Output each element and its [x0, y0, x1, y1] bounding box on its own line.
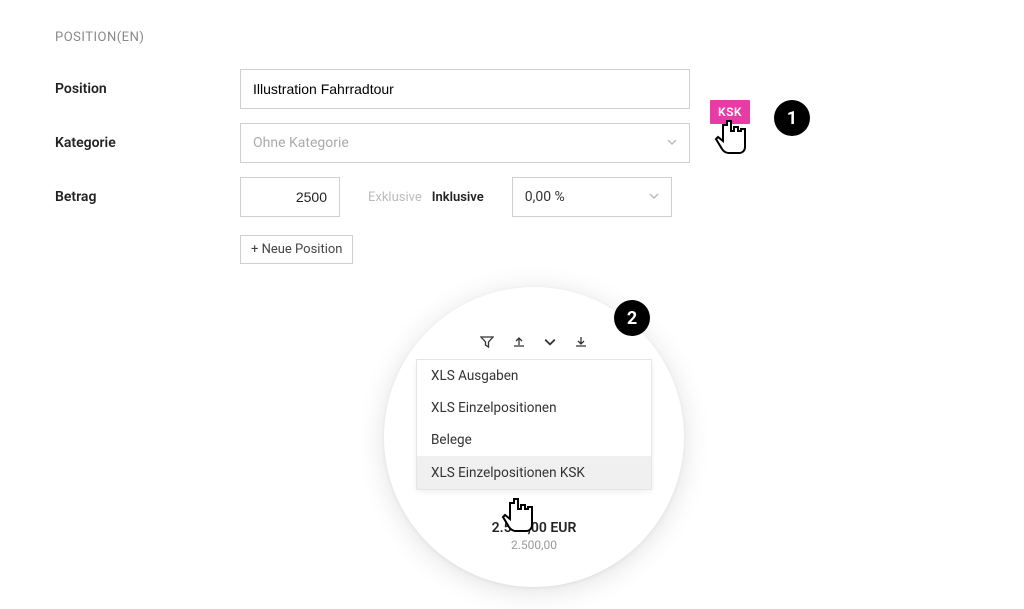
download-icon[interactable] — [574, 335, 588, 349]
label-position: Position — [55, 81, 240, 97]
position-input[interactable] — [240, 69, 690, 109]
row-category: Kategorie Ohne Kategorie — [55, 123, 1024, 163]
tax-percent-select[interactable]: 0,00 % — [512, 177, 672, 217]
ksk-badge[interactable]: KSK — [710, 100, 750, 124]
menu-item-xls-ksk[interactable]: XLS Einzelpositionen KSK — [417, 457, 651, 489]
annotation-step-2: 2 — [614, 300, 650, 336]
label-category: Kategorie — [55, 135, 240, 151]
tax-percent-value: 0,00 % — [525, 189, 565, 205]
filter-icon[interactable] — [480, 335, 494, 349]
chevron-down-icon[interactable] — [544, 336, 556, 348]
positions-panel: POSITION(EN) Position Kategorie Ohne Kat… — [0, 0, 1024, 295]
amount-input[interactable] — [240, 177, 340, 217]
row-position: Position — [55, 69, 1024, 109]
tax-exclusive-toggle[interactable]: Exklusive — [368, 190, 422, 205]
tax-inclusive-toggle[interactable]: Inklusive — [432, 190, 484, 205]
menu-item-xls-einzel[interactable]: XLS Einzelpositionen — [417, 392, 651, 424]
total-secondary: 2.500,00 — [416, 538, 652, 552]
row-add: + Neue Position — [240, 235, 1024, 264]
upload-icon[interactable] — [512, 335, 526, 349]
menu-item-xls-ausgaben[interactable]: XLS Ausgaben — [417, 360, 651, 392]
row-amount: Betrag Exklusive Inklusive 0,00 % — [55, 177, 1024, 217]
chevron-down-icon — [649, 189, 659, 205]
category-placeholder: Ohne Kategorie — [253, 135, 349, 151]
chevron-down-icon — [667, 135, 677, 151]
add-position-button[interactable]: + Neue Position — [240, 235, 353, 264]
menu-item-belege[interactable]: Belege — [417, 424, 651, 456]
category-select[interactable]: Ohne Kategorie — [240, 123, 690, 163]
export-toolbar — [416, 335, 652, 349]
annotation-step-1: 1 — [774, 100, 810, 136]
section-header: POSITION(EN) — [55, 30, 1024, 45]
export-menu: XLS Ausgaben XLS Einzelpositionen Belege… — [416, 359, 652, 490]
totals: 2.500,00 EUR 2.500,00 — [416, 520, 652, 552]
total-primary: 2.500,00 EUR — [416, 520, 652, 536]
label-amount: Betrag — [55, 189, 240, 205]
